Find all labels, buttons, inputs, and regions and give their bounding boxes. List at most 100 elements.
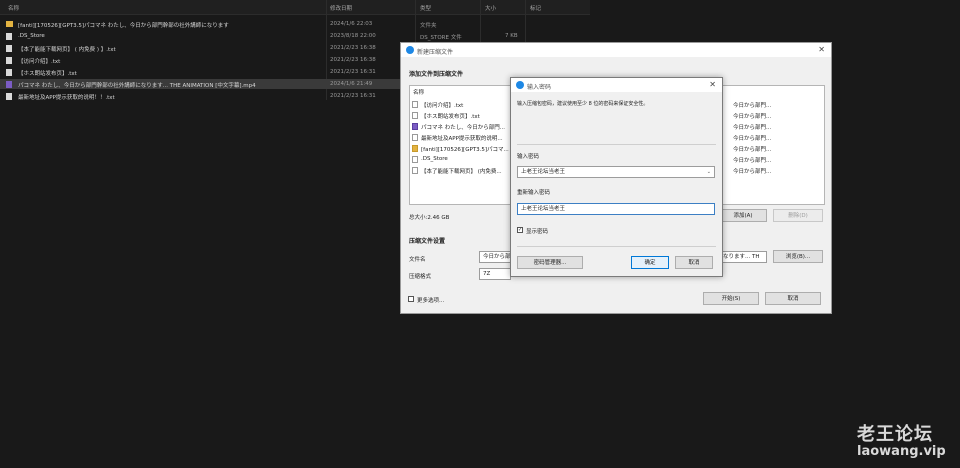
file-icon (412, 112, 418, 119)
list-item[interactable]: 【访问介绍】.txt (412, 100, 522, 109)
close-icon[interactable]: ✕ (818, 45, 825, 54)
file-name: 【ホス朗站发布页】.txt (18, 71, 77, 77)
cancel-button[interactable]: 取消 (765, 292, 821, 305)
filename-input[interactable]: 今日から部門... (479, 251, 511, 263)
confirm-password-input[interactable]: 上老王论坛当老王 (517, 203, 715, 215)
password-value: 上老王论坛当老王 (521, 169, 566, 175)
file-name: 【本了能能下载网页】 ( 内免费 ) 】.txt (18, 47, 116, 53)
list-item-path: 今日から部門... (733, 125, 772, 131)
column-date[interactable]: 修改日期 (330, 4, 352, 12)
file-date: 2021/2/23 16:38 (330, 57, 376, 63)
list-item-label: [fanti][170526][GPT3.5]パコマ... (421, 147, 509, 153)
list-item[interactable]: [fanti][170526][GPT3.5]パコマ... (412, 144, 522, 153)
dialog-title: 输入密码 (527, 84, 552, 91)
list-item-label: 【本了能能下载网页】 (内免费... (421, 169, 502, 175)
filename-label: 文件名 (409, 257, 426, 263)
divider (517, 246, 716, 247)
list-header-name[interactable]: 名称 (413, 88, 424, 96)
ok-button[interactable]: 确定 (631, 256, 669, 269)
file-list-header: 名称 修改日期 类型 大小 标记 (0, 0, 590, 15)
dialog-title: 新建压缩文件 (417, 49, 454, 56)
file-icon (412, 167, 418, 174)
list-item[interactable]: 【ホス朗站发布页】.txt (412, 111, 522, 120)
format-label: 压缩格式 (409, 274, 432, 280)
list-item[interactable]: 最新地址及APP提示获取的说明... (412, 133, 522, 142)
list-item[interactable]: .DS_Store (412, 155, 522, 164)
file-date: 2021/2/23 16:38 (330, 45, 376, 51)
list-item-path: 今日から部門... (733, 147, 772, 153)
dialog-titlebar[interactable]: 输入密码 ✕ (511, 78, 722, 92)
list-item-path: 今日から部門... (733, 136, 772, 142)
dialog-titlebar[interactable]: 新建压缩文件 ✕ (401, 43, 831, 57)
file-icon (6, 69, 12, 76)
file-icon (412, 101, 418, 108)
file-row[interactable]: .DS_Store 2023/8/18 22:00 DS_STORE 文件 7 … (0, 31, 590, 41)
add-files-heading: 添加文件到压缩文件 (409, 71, 464, 78)
filename-input-tail[interactable]: なります... TH (719, 251, 767, 263)
more-options-label[interactable]: 更多选项... (417, 296, 444, 304)
password-input[interactable]: 上老王论坛当老王 ⌄ (517, 166, 715, 178)
divider (517, 144, 716, 145)
file-date: 2024/1/6 22:03 (330, 21, 373, 27)
password-label: 输入密码 (517, 154, 540, 160)
file-icon (6, 57, 12, 64)
settings-heading: 压缩文件设置 (409, 238, 446, 245)
file-date: 2021/2/23 16:31 (330, 93, 376, 99)
close-icon[interactable]: ✕ (709, 80, 716, 89)
list-item-label: 【ホス朗站发布页】.txt (421, 114, 480, 120)
show-password-checkbox[interactable]: ✓ (517, 227, 523, 233)
column-type[interactable]: 类型 (420, 4, 431, 12)
file-icon (6, 45, 12, 52)
file-name: パコマネ わたし、今日から部門幹部の社外講師になります... THE ANIMA… (18, 83, 256, 89)
delete-button[interactable]: 删除(D) (773, 209, 823, 222)
file-row[interactable]: [fanti][170526][GPT3.5]パコマネ わたし、今日から部門幹部… (0, 19, 590, 29)
list-item-label: 最新地址及APP提示获取的说明... (421, 136, 503, 142)
file-icon (412, 156, 418, 163)
app-logo-icon (516, 81, 524, 89)
format-select[interactable]: 7Z (479, 268, 511, 280)
file-icon (6, 33, 12, 40)
total-size: 总大小:2.46 GB (409, 215, 450, 221)
watermark-url: laowang.vip (857, 444, 946, 459)
file-type: 文件夹 (420, 23, 437, 29)
app-logo-icon (406, 46, 414, 54)
browse-button[interactable]: 浏览(B)... (773, 250, 823, 263)
add-button[interactable]: 添加(A) (719, 209, 767, 222)
folder-icon (412, 145, 418, 152)
video-icon (412, 123, 418, 130)
confirm-password-label: 重新输入密码 (517, 190, 551, 196)
list-item-label: パコマネ わたし、今日から部門... (421, 125, 505, 131)
file-size: 7 KB (505, 33, 518, 39)
file-name: 最新地址及APP提示获取的说明！！.txt (18, 95, 115, 101)
list-item-label: 【访问介绍】.txt (421, 103, 464, 109)
cancel-button[interactable]: 取消 (675, 256, 713, 269)
column-size[interactable]: 大小 (485, 4, 496, 12)
column-name[interactable]: 名称 (8, 4, 19, 12)
start-button[interactable]: 开始(S) (703, 292, 759, 305)
list-item-path: 今日から部門... (733, 158, 772, 164)
password-dialog: 输入密码 ✕ 输入压缩包密码，建议使用至少 8 位的密码来保证安全性。 输入密码… (510, 77, 723, 277)
file-icon (412, 134, 418, 141)
list-item-path: 今日から部門... (733, 169, 772, 175)
file-type: DS_STORE 文件 (420, 35, 462, 41)
video-icon (6, 81, 12, 88)
list-item-path: 今日から部門... (733, 114, 772, 120)
file-name: [fanti][170526][GPT3.5]パコマネ わたし、今日から部門幹部… (18, 23, 229, 29)
chevron-down-icon[interactable]: ⌄ (707, 167, 711, 177)
file-icon (6, 93, 12, 100)
password-hint: 输入压缩包密码，建议使用至少 8 位的密码来保证安全性。 (517, 101, 649, 107)
column-tag[interactable]: 标记 (530, 4, 541, 12)
watermark-logo-text: 老王论坛 (857, 424, 933, 445)
show-password-label[interactable]: 显示密码 (526, 227, 548, 235)
more-options-checkbox[interactable] (408, 296, 414, 302)
file-name: .DS_Store (18, 33, 45, 39)
list-item[interactable]: パコマネ わたし、今日から部門... (412, 122, 522, 131)
list-item[interactable]: 【本了能能下载网页】 (内免费... (412, 166, 522, 175)
list-item-label: .DS_Store (421, 156, 448, 162)
file-date: 2023/8/18 22:00 (330, 33, 376, 39)
file-date: 2021/2/23 16:31 (330, 69, 376, 75)
folder-icon (6, 21, 13, 27)
password-manager-button[interactable]: 密码管理器... (517, 256, 583, 269)
file-name: 【访问介绍】.txt (18, 59, 61, 65)
file-date: 2024/1/6 21:49 (330, 81, 373, 87)
